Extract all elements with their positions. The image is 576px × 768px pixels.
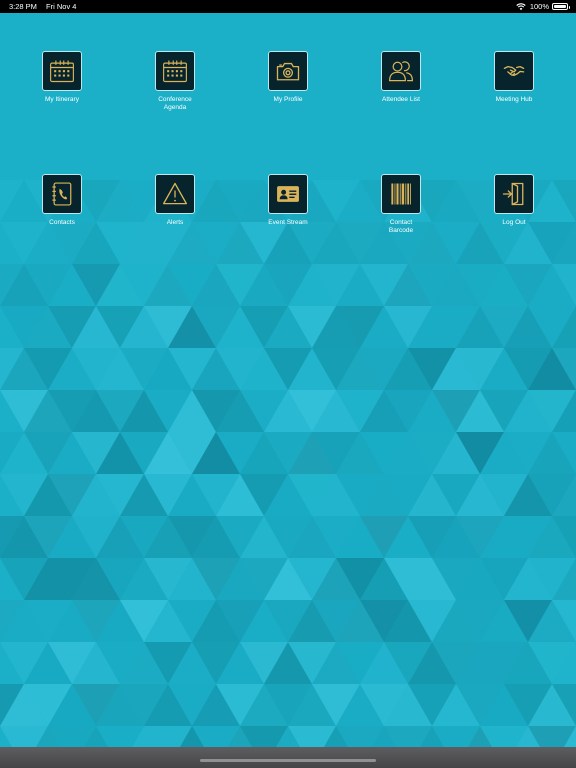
calendar-icon xyxy=(163,60,187,83)
alerts-button[interactable] xyxy=(155,174,195,214)
my-profile-button[interactable] xyxy=(268,51,308,91)
status-date: Fri Nov 4 xyxy=(46,2,77,11)
my-itinerary-button[interactable] xyxy=(42,51,82,91)
tile-label: Meeting Hub xyxy=(495,96,533,103)
id-card-icon xyxy=(277,186,299,202)
tile-my-itinerary[interactable]: My Itinerary xyxy=(22,51,102,104)
calendar-icon xyxy=(50,60,74,83)
tile-label: Log Out xyxy=(502,219,526,226)
conference-agenda-button[interactable] xyxy=(155,51,195,91)
warning-icon xyxy=(162,182,188,205)
logout-icon xyxy=(502,182,524,206)
tile-label: Event Stream xyxy=(268,219,308,226)
tile-label: Contact Barcode xyxy=(388,219,414,234)
attendee-list-button[interactable] xyxy=(381,51,421,91)
triangle-pattern-background xyxy=(0,0,576,768)
address-book-icon xyxy=(52,182,72,206)
wifi-icon xyxy=(516,2,526,10)
tile-event-stream[interactable]: Event Stream xyxy=(248,174,328,227)
barcode-icon xyxy=(391,183,411,205)
home-indicator-area xyxy=(0,747,576,768)
tile-label: My Profile xyxy=(273,96,303,103)
tile-alerts[interactable]: Alerts xyxy=(135,174,215,227)
status-time: 3:28 PM xyxy=(9,2,37,11)
tile-log-out[interactable]: Log Out xyxy=(474,174,554,227)
home-indicator[interactable] xyxy=(200,759,376,762)
tile-conference-agenda[interactable]: Conference Agenda xyxy=(135,51,215,112)
contacts-button[interactable] xyxy=(42,174,82,214)
status-bar: 3:28 PM Fri Nov 4 100% xyxy=(0,0,576,13)
tile-contacts[interactable]: Contacts xyxy=(22,174,102,227)
event-stream-button[interactable] xyxy=(268,174,308,214)
battery-icon xyxy=(552,3,570,10)
tile-label: Alerts xyxy=(166,219,184,226)
tile-label: Conference Agenda xyxy=(158,96,192,111)
contact-barcode-button[interactable] xyxy=(381,174,421,214)
tile-contact-barcode[interactable]: Contact Barcode xyxy=(361,174,441,235)
tile-attendee-list[interactable]: Attendee List xyxy=(361,51,441,104)
meeting-hub-button[interactable] xyxy=(494,51,534,91)
people-icon xyxy=(389,61,413,82)
tile-label: Attendee List xyxy=(382,96,420,103)
tile-label: Contacts xyxy=(49,219,75,226)
tile-label: My Itinerary xyxy=(45,96,79,103)
log-out-button[interactable] xyxy=(494,174,534,214)
camera-icon xyxy=(276,62,300,81)
handshake-icon xyxy=(503,65,525,77)
tile-meeting-hub[interactable]: Meeting Hub xyxy=(474,51,554,104)
battery-percent: 100% xyxy=(529,2,549,11)
tile-my-profile[interactable]: My Profile xyxy=(248,51,328,104)
